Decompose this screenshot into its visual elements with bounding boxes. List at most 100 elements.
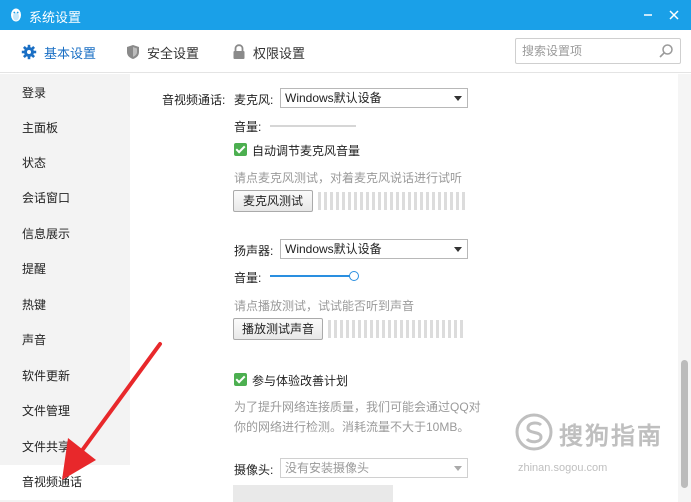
close-button[interactable] [663, 4, 685, 26]
sidebar-item-file-sharing[interactable]: 文件共享 [0, 430, 130, 465]
meter-bar [348, 192, 351, 210]
chevron-down-icon [454, 247, 462, 252]
sidebar-item-label: 音视频通话 [22, 475, 83, 489]
mic-auto-adjust-checkbox[interactable] [234, 143, 247, 156]
meter-bar [456, 192, 459, 210]
sidebar-item-label: 登录 [22, 86, 47, 100]
sidebar-item-sound[interactable]: 声音 [0, 323, 130, 358]
gear-icon [21, 44, 37, 60]
speaker-test-button[interactable]: 播放测试声音 [233, 318, 323, 340]
meter-bar [432, 192, 435, 210]
lock-icon [233, 44, 245, 59]
sidebar-item-hotkeys[interactable]: 热键 [0, 288, 130, 323]
sidebar-item-label: 提醒 [22, 262, 47, 276]
meter-bar [448, 320, 451, 338]
meter-bar [408, 192, 411, 210]
sidebar-item-label: 信息展示 [22, 227, 71, 241]
improve-desc-line1: 为了提升网络连接质量，我们可能会通过QQ对 [234, 400, 481, 414]
mic-test-hint: 请点麦克风测试，对着麦克风说话进行试听 [234, 171, 463, 185]
mic-volume-slider[interactable] [270, 125, 356, 127]
meter-bar [366, 192, 369, 210]
meter-bar [352, 320, 355, 338]
sidebar-item-label: 状态 [22, 156, 47, 170]
sidebar-item-file-management[interactable]: 文件管理 [0, 394, 130, 429]
meter-bar [438, 192, 441, 210]
meter-bar [436, 320, 439, 338]
meter-bar [454, 320, 457, 338]
meter-bar [450, 192, 453, 210]
search-icon[interactable] [658, 43, 674, 59]
meter-bar [372, 192, 375, 210]
meter-bar [462, 192, 465, 210]
penguin-logo-icon [11, 8, 21, 22]
watermark-url: zhinan.sogou.com [518, 462, 608, 474]
settings-tabs: 基本设置 安全设置 权限设置 [0, 30, 691, 73]
speaker-label: 扬声器: [234, 244, 274, 258]
tab-permission-settings[interactable]: 权限设置 [232, 42, 305, 62]
meter-bar [418, 320, 421, 338]
mic-device-select[interactable]: Windows默认设备 [280, 88, 468, 108]
speaker-volume-fill [270, 275, 354, 277]
tab-basic-settings[interactable]: 基本设置 [21, 42, 96, 62]
minimize-button[interactable] [637, 4, 659, 26]
camera-device-select[interactable]: 没有安装摄像头 [280, 458, 468, 478]
meter-bar [400, 320, 403, 338]
meter-bar [318, 192, 321, 210]
improve-program-checkbox[interactable] [234, 373, 247, 386]
av-section-label: 音视频通话: [162, 93, 226, 107]
meter-bar [414, 192, 417, 210]
sidebar-item-av-call[interactable]: 音视频通话 [0, 465, 130, 500]
settings-sidebar: 登录 主面板 状态 会话窗口 信息展示 提醒 热键 声音 软件更新 文件管理 文… [0, 74, 130, 502]
sidebar-item-label: 软件更新 [22, 369, 71, 383]
speaker-test-hint: 请点播放测试，试试能否听到声音 [234, 299, 415, 313]
meter-bar [430, 320, 433, 338]
meter-bar [378, 192, 381, 210]
search-box[interactable] [515, 38, 681, 64]
sidebar-item-chat-window[interactable]: 会话窗口 [0, 181, 130, 216]
meter-bar [424, 320, 427, 338]
mic-device-value: Windows默认设备 [285, 91, 382, 105]
tab-security-settings[interactable]: 安全设置 [126, 42, 199, 62]
improve-program-label: 参与体验改善计划 [252, 374, 349, 388]
camera-label: 摄像头: [234, 463, 274, 477]
mic-auto-adjust-label: 自动调节麦克风音量 [252, 144, 361, 158]
meter-bar [336, 192, 339, 210]
speaker-level-meter [328, 320, 463, 338]
title-bar: 系统设置 [0, 0, 691, 30]
meter-bar [358, 320, 361, 338]
sidebar-item-label: 热键 [22, 298, 47, 312]
meter-bar [412, 320, 415, 338]
meter-bar [402, 192, 405, 210]
meter-bar [346, 320, 349, 338]
sidebar-item-software-update[interactable]: 软件更新 [0, 359, 130, 394]
sidebar-item-main-panel[interactable]: 主面板 [0, 111, 130, 146]
mic-label: 麦克风: [234, 93, 274, 107]
sidebar-item-label: 会话窗口 [22, 191, 71, 205]
meter-bar [328, 320, 331, 338]
meter-bar [324, 192, 327, 210]
tab-label: 安全设置 [147, 45, 200, 61]
meter-bar [406, 320, 409, 338]
camera-device-value: 没有安装摄像头 [285, 461, 370, 475]
speaker-device-select[interactable]: Windows默认设备 [280, 239, 468, 259]
improve-desc-line2: 你的网络进行检测。消耗流量不大于10MB。 [234, 420, 470, 434]
meter-bar [394, 320, 397, 338]
meter-bar [384, 192, 387, 210]
mic-test-button[interactable]: 麦克风测试 [233, 190, 313, 212]
sidebar-item-info-display[interactable]: 信息展示 [0, 217, 130, 252]
meter-bar [390, 192, 393, 210]
content-scrollbar[interactable] [678, 74, 691, 502]
scrollbar-thumb[interactable] [681, 360, 688, 488]
sidebar-item-login[interactable]: 登录 [0, 76, 130, 111]
speaker-volume-label: 音量: [234, 271, 262, 285]
sidebar-item-reminders[interactable]: 提醒 [0, 252, 130, 287]
meter-bar [360, 192, 363, 210]
search-input[interactable] [522, 42, 652, 60]
meter-bar [340, 320, 343, 338]
sidebar-item-status[interactable]: 状态 [0, 146, 130, 181]
sidebar-item-label: 主面板 [22, 121, 59, 135]
meter-bar [396, 192, 399, 210]
watermark-text: 搜狗指南 [559, 423, 663, 450]
meter-bar [376, 320, 379, 338]
speaker-volume-thumb[interactable] [349, 271, 359, 281]
